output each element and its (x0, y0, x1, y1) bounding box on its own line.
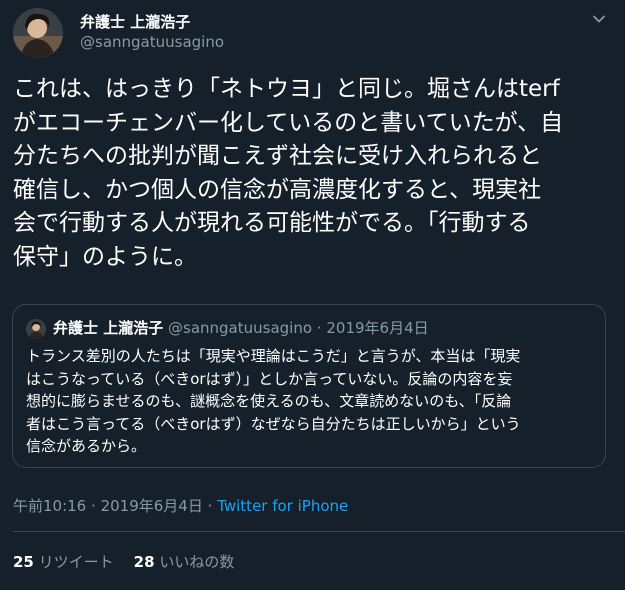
tweet-text: これは、はっきり「ネトウヨ」と同じ。堀さんはterf がエコーチェンバー化してい… (13, 73, 613, 274)
quoted-text-line: はこうなっている（べきorはず）」としか言っていない。反論の内容を妄 (26, 369, 513, 388)
quoted-text-line: 信念があるから。 (26, 437, 147, 455)
tweet-time[interactable]: 午前10:16 (13, 497, 86, 515)
tweet-text-line: 確信し、かつ個人の信念が高濃度化すると、現実社 (13, 176, 542, 203)
meta-separator: · (91, 497, 96, 515)
quoted-text-line: 者はこう言ってる（べきorはず）なぜなら自分たちは正しいから」という (26, 414, 521, 433)
tweet-text-line: これは、はっきり「ネトウヨ」と同じ。堀さんはterf (13, 76, 560, 102)
tweet-meta: 午前10:16 · 2019年6月4日 · Twitter for iPhone (13, 495, 348, 516)
tweet-stats: 25 リツイート 28 いいねの数 (13, 551, 234, 572)
divider (13, 531, 625, 532)
chevron-down-icon[interactable] (590, 10, 608, 28)
tweet-text-line: 会で行動する人が現れる可能性がでる。「行動する (13, 210, 531, 236)
quoted-handle: @sanngatuusagino (168, 319, 313, 337)
quoted-display-name: 弁護士 上瀧浩子 (53, 319, 164, 337)
quoted-text: トランス差別の人たちは「現実や理論はこうだ」と言うが、本当は「現実 はこうなって… (26, 345, 596, 458)
retweets-label: リツイート (38, 553, 114, 571)
likes-stat[interactable]: 28 いいねの数 (134, 553, 235, 571)
tweet-date[interactable]: 2019年6月4日 (101, 497, 203, 515)
author-handle[interactable]: @sanngatuusagino (80, 33, 224, 51)
quoted-header: 弁護士 上瀧浩子 @sanngatuusagino · 2019年6月4日 (53, 317, 429, 338)
avatar[interactable] (13, 8, 63, 58)
retweets-stat[interactable]: 25 リツイート (13, 553, 114, 571)
author-display-name[interactable]: 弁護士 上瀧浩子 (80, 11, 190, 32)
tweet-text-line: 分たちへの批判が聞こえず社会に受け入れられると (13, 143, 542, 169)
quoted-text-line: 想的に膨らませるのも、謎概念を使えるのも、文章読めないのも、「反論 (26, 392, 512, 410)
tweet-source-link[interactable]: Twitter for iPhone (217, 497, 348, 515)
retweets-count: 25 (13, 553, 34, 571)
quoted-separator: · (316, 319, 322, 337)
quoted-text-line: トランス差別の人たちは「現実や理論はこうだ」と言うが、本当は「現実 (26, 347, 521, 365)
tweet-detail: 弁護士 上瀧浩子 @sanngatuusagino これは、はっきり「ネトウヨ」… (0, 0, 625, 590)
likes-label: いいねの数 (159, 553, 235, 571)
avatar-image (13, 8, 63, 58)
quoted-date: 2019年6月4日 (326, 319, 429, 337)
quoted-avatar (26, 319, 46, 339)
quoted-tweet-card[interactable]: 弁護士 上瀧浩子 @sanngatuusagino · 2019年6月4日 トラ… (12, 304, 606, 468)
tweet-text-line: がエコーチェンバー化しているのと書いていたが、自 (13, 109, 564, 136)
likes-count: 28 (133, 553, 155, 571)
meta-separator: · (207, 497, 213, 515)
tweet-text-line: 保守」のように。 (13, 243, 197, 270)
